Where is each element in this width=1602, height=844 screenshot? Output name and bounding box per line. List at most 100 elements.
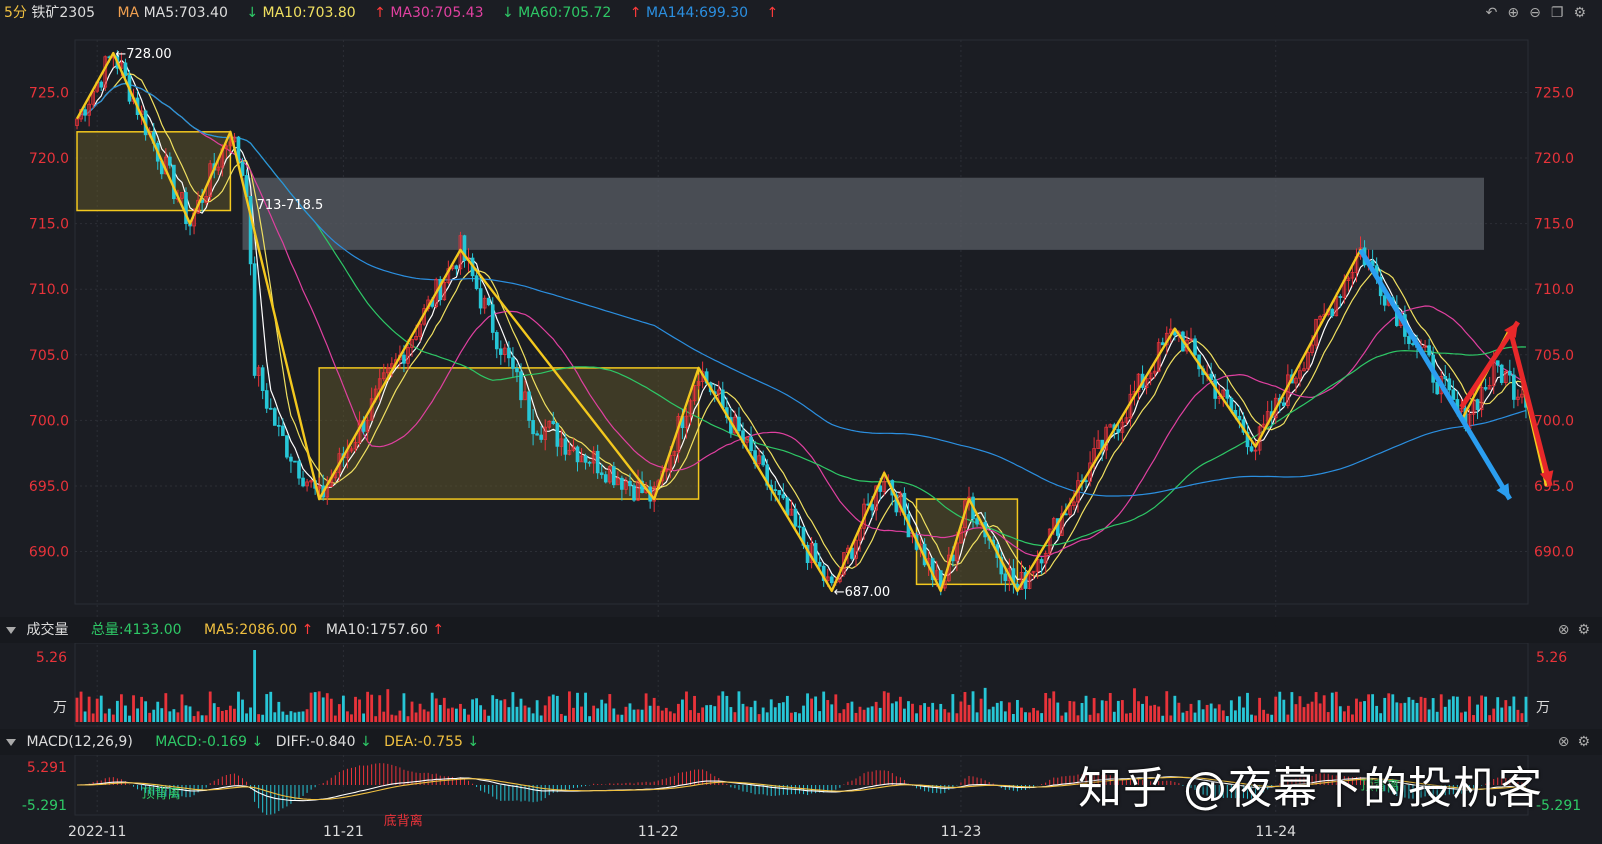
volume-bar	[132, 695, 135, 722]
volume-bar	[802, 705, 805, 722]
volume-bar	[1520, 713, 1524, 722]
volume-bar	[1052, 691, 1056, 722]
volume-bar	[729, 707, 733, 722]
volume-bar	[87, 696, 91, 722]
volume-bar	[313, 692, 317, 722]
volume-bar	[233, 708, 236, 722]
x-tick-label: 2022-11	[68, 824, 127, 840]
candle-body	[583, 455, 588, 463]
volume-bar	[224, 710, 228, 722]
volume-bar	[1116, 700, 1120, 722]
period-label[interactable]: 5分	[4, 0, 27, 26]
volume-bar	[1161, 715, 1165, 722]
settings-icon[interactable]: ⚙	[1577, 617, 1598, 643]
candle-body	[1475, 399, 1480, 411]
volume-bar	[1129, 712, 1132, 722]
volume-bar	[967, 704, 971, 722]
volume-bar	[1443, 706, 1447, 722]
volume-bar	[890, 703, 894, 722]
volume-bar	[1282, 699, 1286, 722]
volume-bar	[1262, 709, 1266, 722]
volume-bar	[180, 694, 184, 722]
volume-bar	[931, 702, 935, 722]
undo-icon[interactable]: ↶	[1486, 0, 1508, 26]
volume-bar	[725, 695, 729, 722]
candle-body	[1193, 338, 1197, 356]
volume-bar	[999, 701, 1003, 722]
close-icon[interactable]: ⊗	[1558, 729, 1578, 755]
candle-body	[1282, 402, 1286, 406]
volume-bar	[152, 709, 156, 722]
volume-bar	[757, 714, 761, 722]
volume-bar	[1040, 713, 1044, 722]
volume-bar	[1278, 691, 1282, 722]
volume-bar	[1447, 699, 1451, 722]
candle-body	[1382, 295, 1387, 306]
volume-bar	[410, 701, 414, 722]
volume-bar	[1500, 707, 1504, 722]
volume-bar	[959, 701, 963, 722]
volume-bar	[1391, 694, 1395, 722]
volume-bar	[1153, 704, 1157, 722]
volume-bar	[713, 706, 717, 722]
volume-bar	[253, 650, 257, 722]
volume-title: 成交量	[26, 622, 69, 638]
volume-bar	[1455, 696, 1459, 722]
zoom-in-icon[interactable]: ⊕	[1507, 0, 1529, 26]
volume-bar	[1334, 691, 1338, 722]
volume-bar	[1318, 703, 1322, 722]
settings-icon[interactable]: ⚙	[1573, 0, 1596, 26]
volume-bar	[1375, 705, 1379, 722]
ma10-arrow-icon: ↓	[246, 5, 259, 21]
volume-bar	[1492, 708, 1496, 722]
volume-bar	[208, 691, 212, 722]
collapse-macd-icon[interactable]	[6, 738, 16, 746]
volume-bar	[648, 705, 652, 722]
volume-bar	[519, 698, 523, 722]
volume-bar	[1229, 700, 1233, 722]
y-tick-label-left: 695.0	[29, 479, 69, 495]
volume-bar	[1342, 711, 1346, 722]
candle-body	[620, 477, 624, 490]
volume-bar	[301, 711, 305, 722]
volume-bar	[975, 712, 979, 722]
volume-bar	[370, 694, 374, 722]
volume-bar	[483, 709, 487, 722]
volume-bar	[204, 715, 208, 722]
volume-bar	[487, 715, 491, 722]
volume-bar	[188, 706, 192, 722]
window-icon[interactable]: ❐	[1551, 0, 1574, 26]
volume-bar	[1193, 712, 1197, 722]
collapse-volume-icon[interactable]	[6, 626, 16, 634]
volume-bar	[1419, 696, 1423, 722]
volume-bar	[99, 695, 103, 722]
ma10-value: MA10:703.80	[262, 5, 356, 21]
ma-line-ma144	[76, 82, 1527, 497]
volume-bar	[1379, 713, 1383, 722]
kline-chart[interactable]: 725.0 725.0 720.0 720.0 715.0 715.0 710.0 710.0…	[0, 0, 1602, 844]
zoom-out-icon[interactable]: ⊖	[1529, 0, 1551, 26]
volume-bar	[1480, 695, 1483, 722]
settings-icon[interactable]: ⚙	[1577, 729, 1598, 755]
volume-bar	[277, 701, 281, 722]
volume-bar	[273, 712, 277, 722]
volume-bar	[160, 708, 164, 722]
volume-bar	[596, 708, 600, 722]
candle-body	[1160, 342, 1165, 346]
volume-axis-top: 5.26	[36, 650, 67, 666]
volume-bar	[523, 705, 527, 722]
volume-bar	[241, 699, 244, 722]
close-icon[interactable]: ⊗	[1558, 617, 1578, 643]
volume-bar	[434, 698, 438, 722]
dea-value: DEA:-0.755	[384, 734, 463, 750]
x-tick-label: 11-24	[1255, 824, 1296, 840]
volume-bar	[555, 695, 559, 722]
volume-bar	[1290, 692, 1294, 722]
volume-bar	[919, 705, 922, 722]
main-chart-header: 5分 铁矿2305 MA MA5:703.40 ↓ MA10:703.80 ↑ …	[0, 0, 1602, 26]
price-annotation: 713-718.5	[257, 198, 324, 213]
volume-bar	[297, 711, 301, 722]
candle-body	[301, 477, 305, 487]
candle-body	[1084, 480, 1088, 483]
volume-bar	[382, 711, 386, 722]
